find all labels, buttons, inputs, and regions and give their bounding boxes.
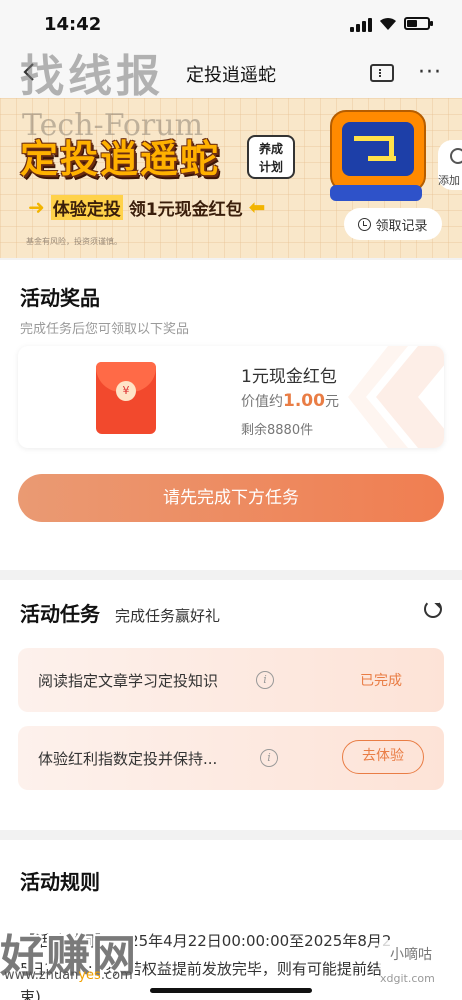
watermark-url: www.zhuanyes.com [4, 968, 133, 983]
banner-sub-highlight: 体验定投 [50, 194, 123, 220]
retro-monitor-illustration [330, 110, 426, 192]
rules-section-title: 活动规则 [20, 870, 100, 894]
info-icon[interactable]: i [260, 749, 278, 767]
tasks-section-title: 活动任务 [20, 602, 100, 626]
history-icon [358, 217, 372, 231]
prize-value: 价值约1.00元 [241, 391, 339, 411]
risk-disclaimer: 基金有风险，投资须谨慎。 [26, 237, 122, 246]
wifi-icon [380, 17, 396, 30]
badge-line-1: 养成 [258, 142, 283, 156]
watermark-url-prefix: www.zhuan [4, 968, 79, 983]
battery-icon [404, 17, 433, 30]
red-envelope-icon: ¥ [96, 362, 156, 434]
signal-icon [350, 18, 372, 32]
claim-record-button[interactable]: 领取记录 [344, 208, 442, 240]
prize-section-title: 活动奖品 [20, 286, 100, 310]
prize-section-subtitle: 完成任务后您可领取以下奖品 [20, 322, 190, 337]
envelope-coin: ¥ [116, 381, 136, 401]
snake-tail [368, 156, 396, 161]
complete-tasks-button[interactable]: 请先完成下方任务 [18, 474, 444, 522]
prize-value-amount: 1.00 [283, 391, 325, 411]
watermark-small-url: xdgit.com [380, 972, 435, 985]
add-side-label: 添加 [438, 174, 460, 187]
task-item: 阅读指定文章学习定投知识 i 已完成 [18, 648, 444, 712]
claim-record-label: 领取记录 [375, 218, 428, 234]
banner-title: 定投逍遥蛇 [20, 137, 221, 181]
task-label: 体验红利指数定投并保持... [38, 750, 218, 768]
task-label: 阅读指定文章学习定投知识 [38, 672, 219, 690]
tasks-section-subtitle: 完成任务赢好礼 [115, 607, 221, 625]
arrow-left-icon: ⬅ [248, 195, 266, 219]
prize-card [18, 346, 444, 448]
try-task-button[interactable]: 去体验 [342, 740, 424, 774]
watermark-top: 找线报 [20, 51, 164, 102]
badge-line-2: 计划 [258, 160, 283, 174]
task-status: 已完成 [360, 673, 402, 689]
home-indicator[interactable] [150, 988, 312, 993]
watermark-url-accent: yes [78, 968, 101, 983]
status-time: 14:42 [44, 14, 102, 35]
more-icon[interactable]: ··· [418, 60, 442, 85]
clock-icon [450, 148, 462, 164]
page: 14:42 定投逍遥蛇 ··· 找线报 Tech-Forum 定投逍遥蛇 养成 … [0, 0, 462, 1000]
prize-remaining: 剩余8880件 [241, 423, 314, 438]
add-side-button[interactable]: 添加 [438, 140, 462, 190]
chevron-decoration-icon [348, 346, 444, 448]
banner-sub-text: 领1元现金红包 [128, 199, 243, 220]
ticket-icon[interactable] [370, 64, 394, 82]
refresh-icon[interactable] [424, 600, 442, 618]
prize-value-prefix: 价值约 [241, 394, 283, 410]
info-icon[interactable]: i [256, 671, 274, 689]
prize-value-unit: 元 [324, 394, 339, 410]
keyboard-illustration [330, 185, 422, 201]
prize-name: 1元现金红包 [241, 367, 337, 387]
watermark-small: 小嘀咕 [378, 940, 444, 970]
snake-illustration [354, 136, 394, 158]
task-item: 体验红利指数定投并保持... i 去体验 [18, 726, 444, 790]
watermark-url-suffix: .com [100, 968, 133, 983]
banner-subtitle: ➜ 体验定投 领1元现金红包 ⬅ [28, 194, 265, 220]
banner-badge: 养成 计划 [247, 135, 295, 179]
rules-text-line-3: 束) [20, 988, 41, 1000]
arrow-right-icon: ➜ [28, 195, 45, 219]
